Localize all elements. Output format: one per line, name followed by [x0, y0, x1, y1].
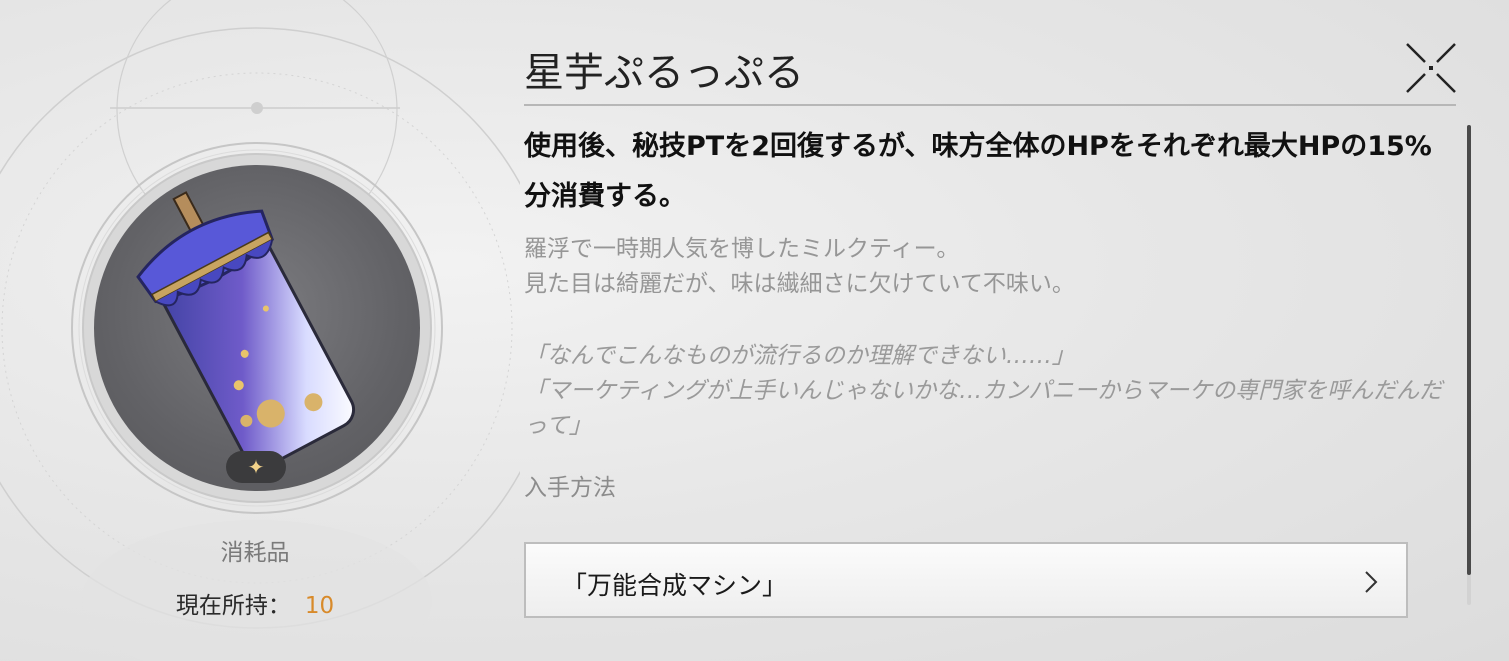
acquisition-label: 入手方法 — [524, 475, 616, 501]
title-divider — [524, 104, 1456, 106]
milk-tea-bottle-icon — [136, 191, 356, 469]
flavor-line: 見た目は綺麗だが、味は繊細さに欠けていて不味い。 — [524, 271, 1075, 297]
owned-label: 現在所持： — [175, 593, 291, 619]
close-icon[interactable] — [1401, 38, 1461, 98]
item-title: 星芋ぷるっぷる — [524, 50, 804, 96]
rarity-badge: ✦ — [226, 451, 286, 483]
flavor-line: 羅浮で一時期人気を博したミルクティー。 — [524, 236, 960, 262]
item-category: 消耗品 — [220, 540, 290, 566]
owned-count: 10 — [304, 593, 335, 619]
source-label: 「万能合成マシン」 — [562, 571, 788, 600]
sparkle-icon: ✦ — [247, 455, 265, 479]
quote-line: 「なんでこんなものが流行るのか理解できない……」 — [524, 343, 1075, 369]
flavor-text: 羅浮で一時期人気を博したミルクティー。 見た目は綺麗だが、味は繊細さに欠けていて… — [524, 232, 1454, 302]
chevron-right-icon — [1365, 571, 1378, 593]
owned-count-row: 現在所持： 10 — [0, 586, 510, 620]
acquisition-source-button[interactable]: 「万能合成マシン」 — [524, 542, 1408, 618]
description-scroll-area[interactable]: 使用後、秘技PTを2回復するが、味方全体のHPをそれぞれ最大HPの15%分消費す… — [524, 120, 1454, 640]
effect-text: 使用後、秘技PTを2回復するが、味方全体のHPをそれぞれ最大HPの15%分消費す… — [524, 131, 1432, 212]
quote-text: 「なんでこんなものが流行るのか理解できない……」 「マーケティングが上手いんじゃ… — [524, 339, 1454, 444]
quote-line: 「マーケティングが上手いんじゃないかな…カンパニーからマーケの専門家を呼んだんだ… — [524, 378, 1443, 439]
scrollbar-thumb[interactable] — [1467, 125, 1471, 575]
